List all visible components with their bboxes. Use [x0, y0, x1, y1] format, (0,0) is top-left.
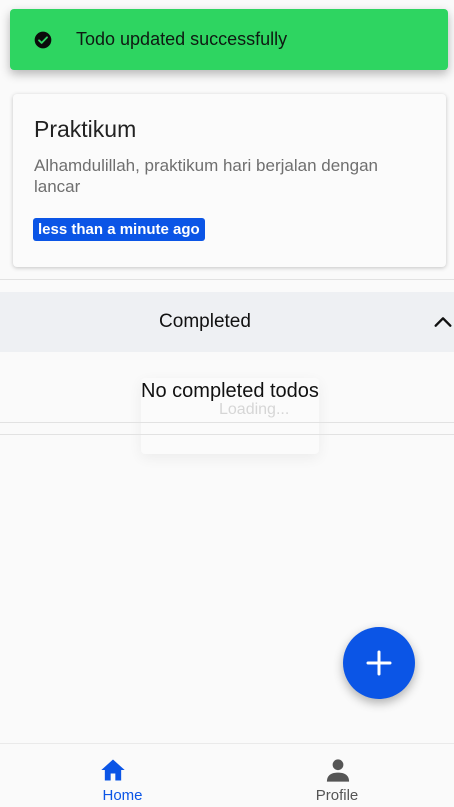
- bottom-navigation: Home Profile: [0, 743, 454, 807]
- todo-description: Alhamdulillah, praktikum hari berjalan d…: [34, 156, 378, 196]
- person-icon: [326, 759, 350, 782]
- completed-section-header[interactable]: Completed: [0, 292, 454, 352]
- home-icon: [101, 759, 125, 781]
- plus-icon: [366, 650, 392, 676]
- time-badge: less than a minute ago: [33, 218, 205, 241]
- nav-item-profile[interactable]: Profile: [227, 744, 454, 807]
- success-toast: Todo updated successfully: [10, 9, 448, 70]
- empty-completed-message: No completed todos: [141, 380, 319, 402]
- todo-title: Praktikum: [34, 116, 137, 142]
- add-todo-button[interactable]: [343, 627, 415, 699]
- toast-message: Todo updated successfully: [76, 29, 288, 49]
- completed-section-title: Completed: [159, 311, 251, 332]
- divider: [0, 279, 454, 280]
- loading-text: Loading...: [219, 401, 290, 418]
- nav-label-home: Home: [102, 787, 143, 804]
- divider: [0, 422, 454, 423]
- check-circle-icon: [34, 31, 52, 49]
- nav-item-home[interactable]: Home: [0, 744, 227, 807]
- todo-card[interactable]: Praktikum Alhamdulillah, praktikum hari …: [13, 94, 446, 267]
- nav-label-profile: Profile: [315, 787, 359, 804]
- chevron-up-icon[interactable]: [432, 311, 454, 333]
- divider: [0, 434, 454, 435]
